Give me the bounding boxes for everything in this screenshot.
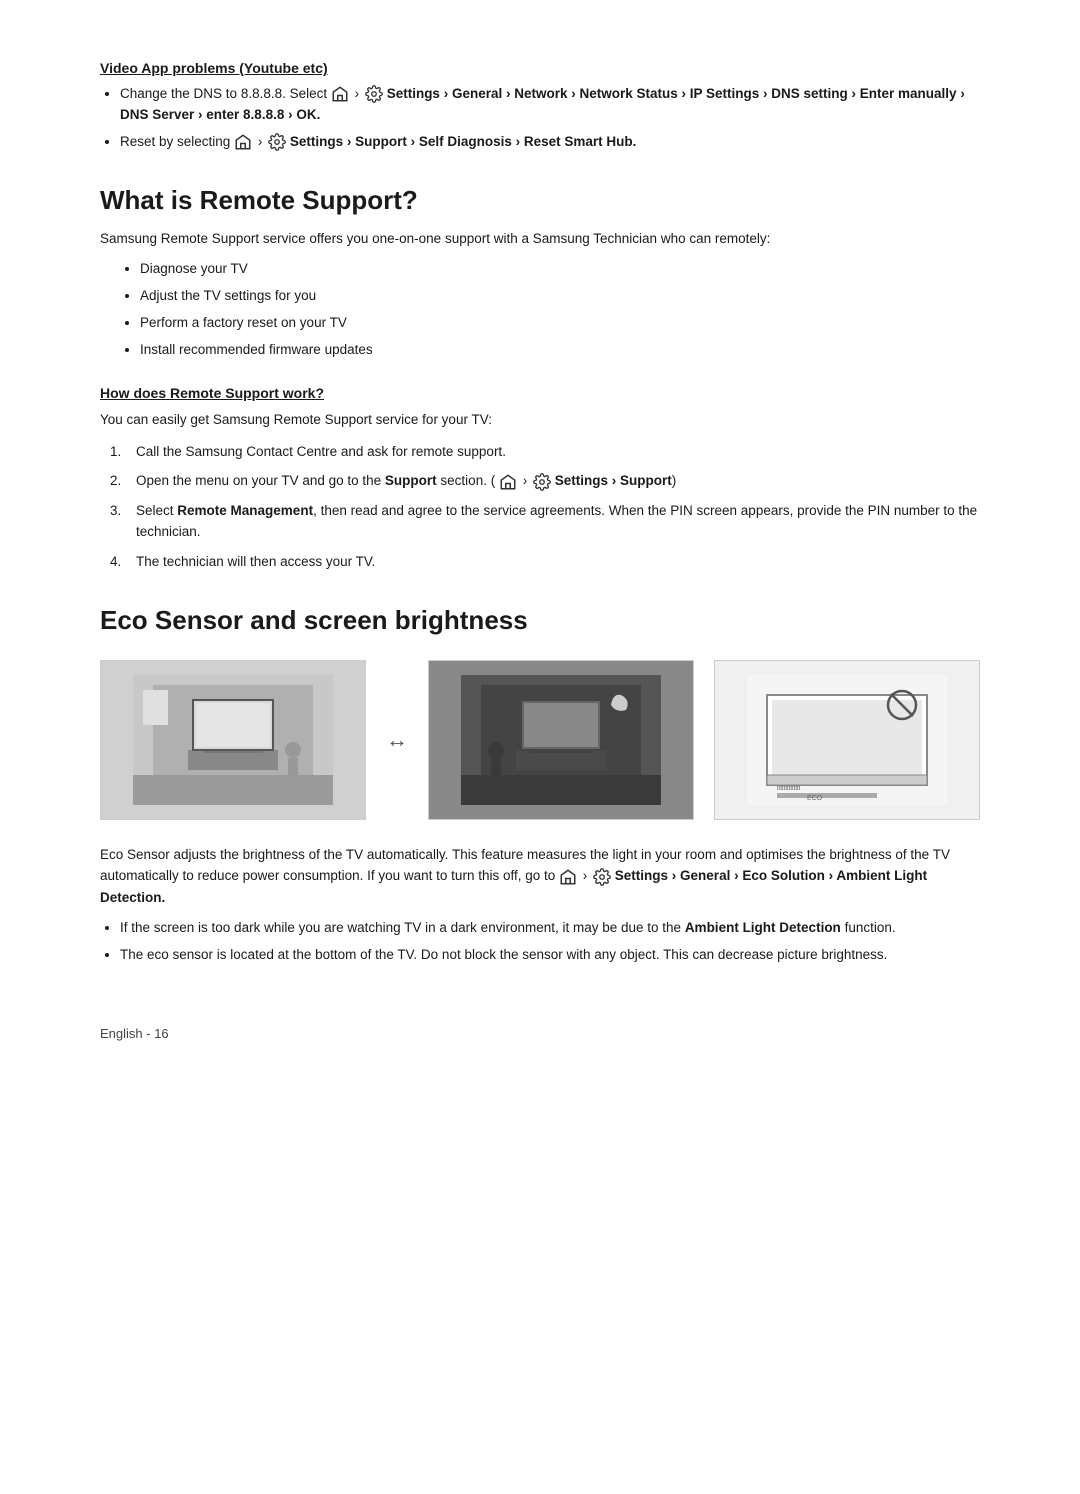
home-icon-4 <box>559 868 577 886</box>
footer: English - 16 <box>100 1026 980 1041</box>
chevron-separator: › <box>355 86 363 101</box>
bullet-firmware: Install recommended firmware updates <box>140 340 980 361</box>
eco-bullets: If the screen is too dark while you are … <box>100 918 980 966</box>
eco-image-1 <box>100 660 366 820</box>
gear-icon-2 <box>268 133 286 151</box>
svg-text:ECO: ECO <box>807 795 823 802</box>
bullet1-pre: Change the DNS to 8.8.8.8. Select <box>120 86 327 101</box>
remote-support-intro: Samsung Remote Support service offers yo… <box>100 228 980 250</box>
video-app-bullet-1: Change the DNS to 8.8.8.8. Select › Sett… <box>120 84 980 126</box>
step-4: 4. The technician will then access your … <box>110 551 980 573</box>
eco-images-container: ↔ <box>100 660 980 820</box>
home-icon <box>331 85 349 103</box>
gear-icon <box>365 85 383 103</box>
how-remote-support-intro: You can easily get Samsung Remote Suppor… <box>100 409 980 431</box>
page-content: Video App problems (Youtube etc) Change … <box>0 0 1080 1121</box>
remote-support-title: What is Remote Support? <box>100 185 980 216</box>
remote-support-bullets: Diagnose your TV Adjust the TV settings … <box>100 259 980 361</box>
sensor-diagram-illustration: tttttttttttttt ECO <box>747 675 947 805</box>
eco-image-3: tttttttttttttt ECO <box>714 660 980 820</box>
video-app-title: Video App problems (Youtube etc) <box>100 60 980 76</box>
home-icon-2 <box>234 133 252 151</box>
eco-image-2 <box>428 660 694 820</box>
home-icon-3 <box>499 473 517 491</box>
bullet-adjust: Adjust the TV settings for you <box>140 286 980 307</box>
how-remote-support-title: How does Remote Support work? <box>100 385 980 401</box>
svg-text:tttttttttttttt: tttttttttttttt <box>777 786 801 792</box>
step-1: 1. Call the Samsung Contact Centre and a… <box>110 441 980 463</box>
page-number: English - 16 <box>100 1026 169 1041</box>
eco-sensor-section: Eco Sensor and screen brightness <box>100 605 980 967</box>
gear-icon-3 <box>533 473 551 491</box>
bullet-factory-reset: Perform a factory reset on your TV <box>140 313 980 334</box>
double-arrow-icon: ↔ <box>386 727 408 753</box>
dark-room-illustration <box>461 675 661 805</box>
video-app-section: Video App problems (Youtube etc) Change … <box>100 60 980 153</box>
remote-support-steps: 1. Call the Samsung Contact Centre and a… <box>100 441 980 573</box>
eco-bullet-1: If the screen is too dark while you are … <box>120 918 980 939</box>
step-3: 3. Select Remote Management, then read a… <box>110 500 980 543</box>
bullet-diagnose: Diagnose your TV <box>140 259 980 280</box>
bright-room-illustration <box>133 675 333 805</box>
video-app-bullet-2: Reset by selecting › Settings › Support … <box>120 132 980 153</box>
video-app-bullets: Change the DNS to 8.8.8.8. Select › Sett… <box>100 84 980 153</box>
gear-icon-4 <box>593 868 611 886</box>
remote-support-section: What is Remote Support? Samsung Remote S… <box>100 185 980 573</box>
bullet2-path: Settings › Support › Self Diagnosis › Re… <box>290 134 637 149</box>
bullet2-pre: Reset by selecting <box>120 134 230 149</box>
eco-bullet-2: The eco sensor is located at the bottom … <box>120 945 980 966</box>
eco-paragraph: Eco Sensor adjusts the brightness of the… <box>100 844 980 909</box>
step-2: 2. Open the menu on your TV and go to th… <box>110 470 980 492</box>
eco-sensor-title: Eco Sensor and screen brightness <box>100 605 980 636</box>
